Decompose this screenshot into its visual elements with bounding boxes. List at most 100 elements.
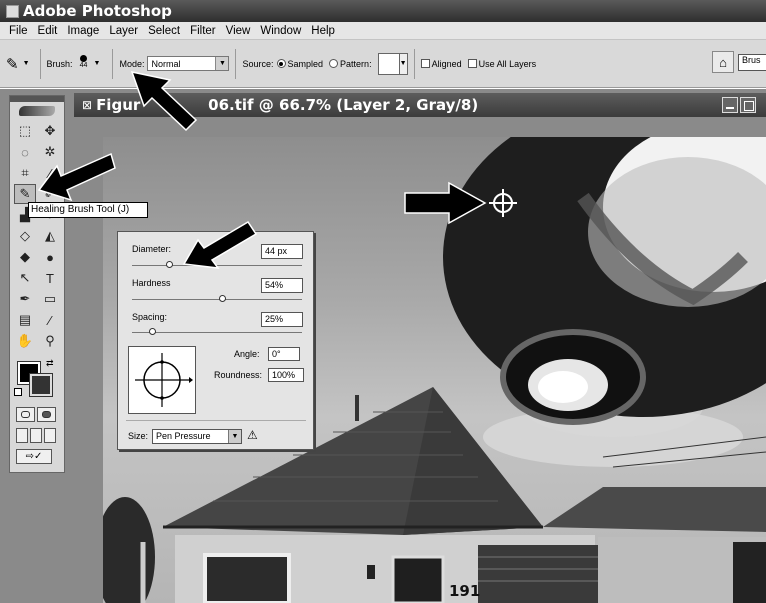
pattern-picker[interactable] [377, 52, 400, 75]
chevron-down-icon: ▼ [215, 57, 229, 70]
mode-label: Mode: [119, 58, 145, 69]
use-all-layers-label: Use All Layers [478, 58, 537, 69]
use-all-layers-checkbox[interactable]: Use All Layers [467, 58, 537, 69]
menu-filter[interactable]: Filter [185, 25, 221, 37]
brush-picker[interactable]: 44 [76, 52, 92, 76]
eraser-tool-icon[interactable]: ◇ [14, 226, 36, 246]
radio-selected-icon [276, 59, 286, 68]
diameter-field[interactable]: 44 px [261, 244, 303, 259]
spacing-field[interactable]: 25% [261, 312, 303, 327]
spacing-slider[interactable] [132, 332, 302, 333]
healing-brush-tool-icon[interactable]: ✎ [14, 184, 36, 204]
warning-icon: ⚠ [247, 428, 258, 442]
document-icon: ⊠ [82, 98, 93, 112]
brush-picker-dropdown-icon[interactable]: ▼ [94, 60, 101, 67]
menu-layer[interactable]: Layer [104, 25, 143, 37]
menu-view[interactable]: View [221, 25, 256, 37]
spacing-label: Spacing: [132, 312, 168, 322]
menu-image[interactable]: Image [62, 25, 104, 37]
hardness-slider-thumb[interactable] [219, 295, 226, 302]
zoom-tool-icon[interactable]: ⚲ [39, 331, 61, 351]
roundness-label: Roundness: [214, 370, 263, 380]
menu-select[interactable]: Select [143, 25, 185, 37]
source-pattern-radio[interactable]: Pattern: [329, 59, 372, 69]
hardness-slider[interactable] [132, 299, 302, 300]
jump-to-imageready-icon[interactable]: ⇨✓ [16, 449, 52, 464]
tool-tooltip: Healing Brush Tool (J) [28, 202, 148, 218]
photoshop-app-icon [6, 4, 19, 18]
type-tool-icon[interactable]: T [39, 268, 61, 288]
aligned-checkbox[interactable]: Aligned [420, 59, 462, 69]
paint-bucket-tool-icon[interactable]: ◭ [39, 226, 61, 246]
crosshair-cursor-icon [489, 189, 517, 217]
color-swatches: ⇄ [10, 358, 64, 404]
brushes-palette-tab[interactable]: Brus [738, 54, 766, 71]
crop-tool-icon[interactable]: ⌗ [14, 163, 36, 183]
source-label: Source: [242, 58, 274, 69]
hand-tool-icon[interactable]: ✋ [14, 331, 36, 351]
screen-mode-standard-icon[interactable] [16, 428, 28, 443]
app-title: Adobe Photoshop [23, 2, 172, 20]
pattern-dropdown-icon[interactable]: ▼ [399, 52, 408, 75]
roundness-field[interactable]: 100% [268, 368, 304, 382]
hardness-label: Hardness [132, 278, 171, 288]
swap-colors-icon[interactable]: ⇄ [46, 358, 54, 369]
mode-select-value: Normal [151, 58, 181, 69]
eyedropper-tool-icon[interactable]: ⁄ [39, 310, 61, 330]
menu-window[interactable]: Window [255, 25, 306, 37]
photoshop-feather-icon[interactable] [10, 102, 64, 120]
marquee-tool-icon[interactable]: ⬚ [14, 121, 36, 141]
background-color-swatch[interactable] [29, 373, 53, 397]
move-tool-icon[interactable]: ✥ [39, 121, 61, 141]
popup-divider [126, 420, 306, 421]
lasso-tool-icon[interactable]: ◌ [14, 142, 36, 162]
house-door [391, 555, 445, 603]
brush-angle-preview-icon [135, 353, 193, 407]
blur-tool-icon[interactable]: ◆ [14, 247, 36, 267]
current-tool-preset-icon[interactable]: ✎ [6, 55, 19, 73]
house-number: 191 [449, 582, 481, 600]
awning [478, 545, 598, 603]
size-label: Size: [128, 431, 149, 441]
mode-select[interactable]: Normal ▼ [147, 56, 230, 71]
brush-label: Brush: [46, 58, 73, 69]
notes-tool-icon[interactable]: ▤ [14, 310, 36, 330]
path-selection-tool-icon[interactable]: ↖ [14, 268, 36, 288]
diameter-label: Diameter: [132, 244, 172, 254]
screen-mode-full-icon[interactable] [44, 428, 56, 443]
minimize-button[interactable] [722, 97, 738, 113]
annotation-arrow-diameter [182, 220, 258, 269]
diameter-slider-thumb[interactable] [166, 261, 173, 268]
pen-tool-icon[interactable]: ✒ [14, 289, 36, 309]
menu-help[interactable]: Help [306, 25, 340, 37]
tool-options-bar: ✎ ▼ Brush: 44 ▼ Mode: Normal ▼ Source: S… [0, 40, 766, 88]
radio-unselected-icon [329, 59, 339, 68]
tool-preset-dropdown-icon[interactable]: ▼ [23, 60, 30, 67]
checkbox-icon [420, 59, 430, 68]
annotation-arrow-healing-tool [37, 152, 116, 202]
app-titlebar: Adobe Photoshop [0, 0, 766, 22]
screen-mode-full-menu-icon[interactable] [30, 428, 42, 443]
options-separator [39, 48, 41, 79]
angle-field[interactable]: 0° [268, 347, 300, 361]
size-control-select[interactable]: Pen Pressure ▼ [152, 429, 242, 444]
menu-file[interactable]: File [4, 25, 33, 37]
options-separator [235, 48, 237, 79]
source-sampled-radio[interactable]: Sampled [276, 59, 323, 69]
annotation-arrow-crosshair [404, 181, 487, 225]
brush-size-readout: 44 [79, 61, 88, 69]
quick-mask-mode-button[interactable] [37, 407, 56, 422]
shape-tool-icon[interactable]: ▭ [39, 289, 61, 309]
default-colors-icon[interactable] [14, 388, 22, 396]
menu-edit[interactable]: Edit [33, 25, 63, 37]
options-separator [413, 48, 415, 79]
palette-well-icon[interactable]: ⌂ [712, 51, 734, 73]
brush-shape-preview[interactable] [128, 346, 196, 414]
dodge-tool-icon[interactable]: ● [39, 247, 61, 267]
standard-mode-button[interactable] [16, 407, 35, 422]
angle-label: Angle: [234, 349, 260, 359]
options-separator [112, 48, 114, 79]
maximize-button[interactable] [740, 97, 756, 113]
hardness-field[interactable]: 54% [261, 278, 303, 293]
spacing-slider-thumb[interactable] [149, 328, 156, 335]
